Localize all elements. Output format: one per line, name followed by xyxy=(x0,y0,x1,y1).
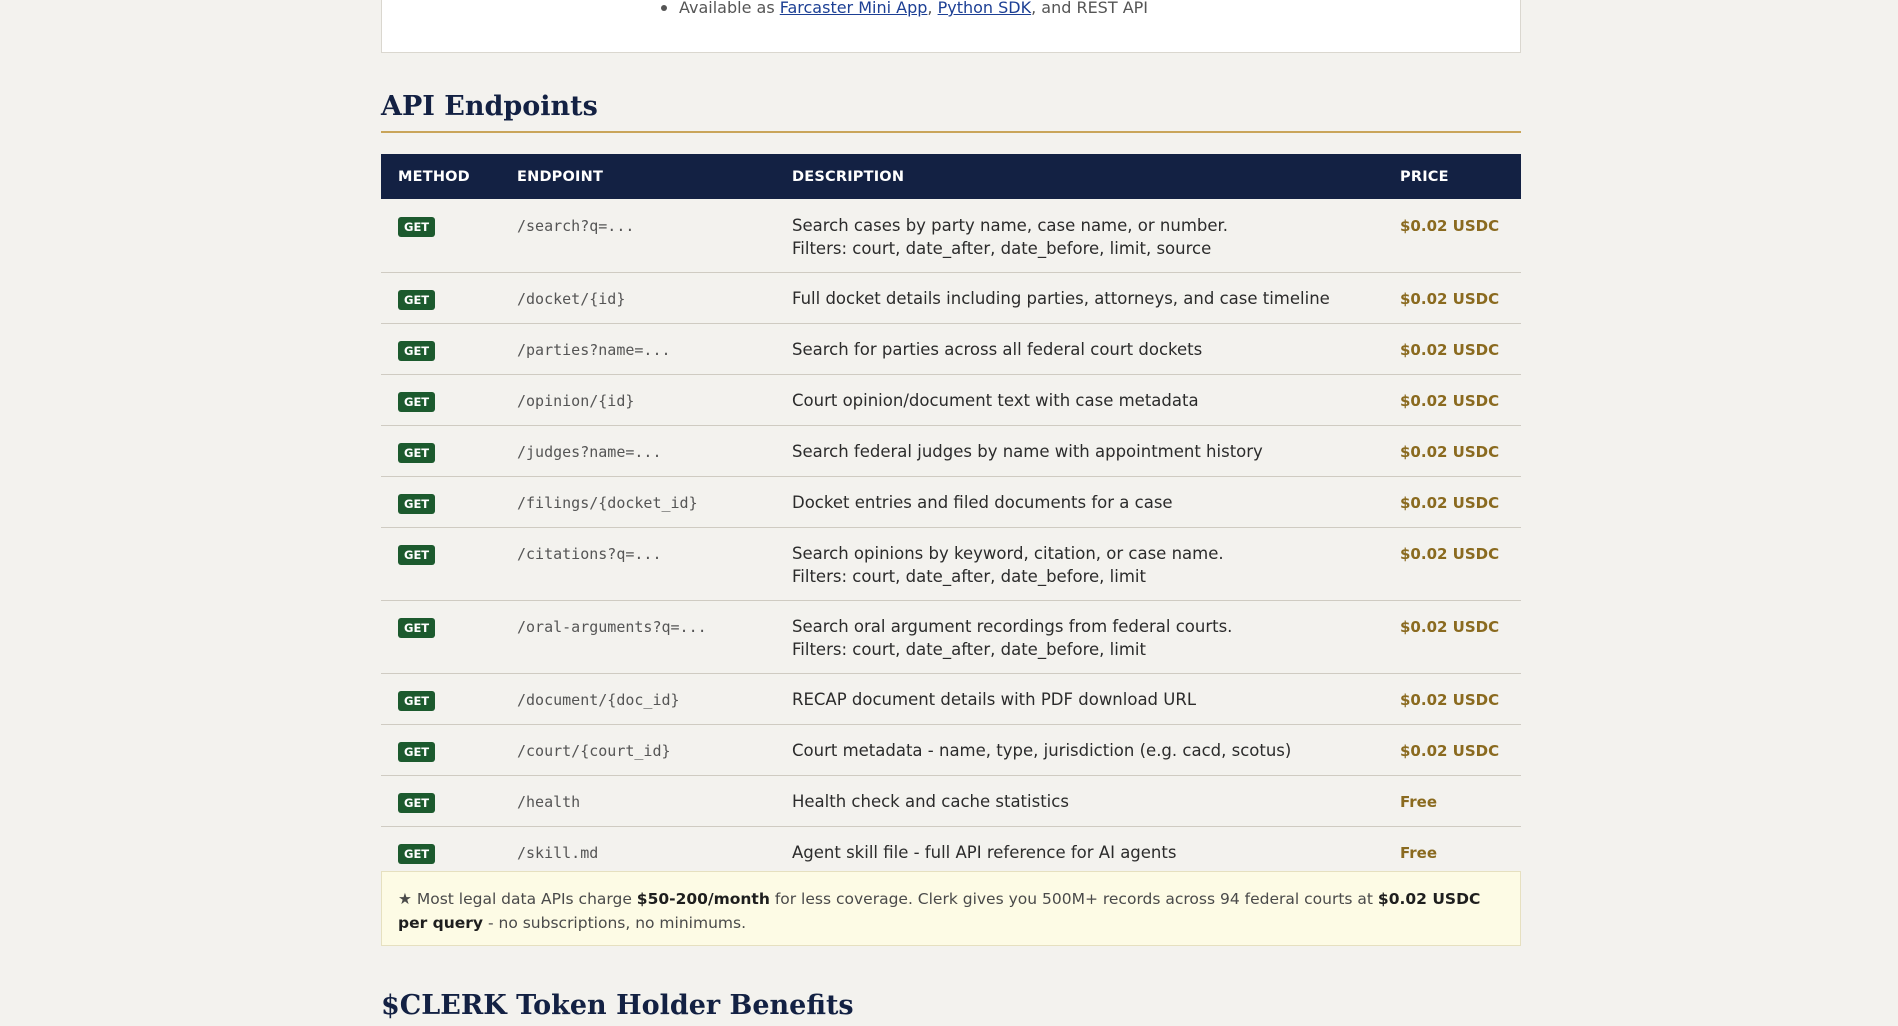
endpoint-path: /document/{doc_id} xyxy=(517,691,680,709)
table-header-row: METHOD ENDPOINT DESCRIPTION PRICE xyxy=(381,154,1521,199)
endpoint-description: Search federal judges by name with appoi… xyxy=(792,442,1263,461)
method-badge: GET xyxy=(398,217,436,237)
table-row: GET /health Health check and cache stati… xyxy=(381,775,1521,827)
method-badge: GET xyxy=(398,691,436,711)
method-badge: GET xyxy=(398,443,436,463)
callout-text-2: for less coverage. Clerk gives you 500M+… xyxy=(769,890,1378,908)
token-benefits-heading: $CLERK Token Holder Benefits xyxy=(381,990,854,1021)
table-row: GET /citations?q=... Search opinions by … xyxy=(381,527,1521,601)
endpoint-path: /docket/{id} xyxy=(517,290,626,308)
endpoint-description: Agent skill file - full API reference fo… xyxy=(792,843,1177,862)
endpoint-path: /oral-arguments?q=... xyxy=(517,618,707,636)
table-row: GET /oral-arguments?q=... Search oral ar… xyxy=(381,600,1521,674)
table-row: GET /docket/{id} Full docket details inc… xyxy=(381,272,1521,324)
endpoint-price: $0.02 USDC xyxy=(1400,545,1500,563)
availability-separator: , xyxy=(927,0,938,17)
endpoint-price: Free xyxy=(1400,844,1438,862)
endpoint-filters: Filters: court, date_after, date_before,… xyxy=(792,567,1146,586)
endpoint-description: Full docket details including parties, a… xyxy=(792,289,1330,308)
method-badge: GET xyxy=(398,290,436,310)
column-header-endpoint: ENDPOINT xyxy=(517,168,604,185)
endpoint-description: Search opinions by keyword, citation, or… xyxy=(792,544,1224,563)
method-badge: GET xyxy=(398,793,436,813)
endpoint-price: Free xyxy=(1400,793,1438,811)
column-header-description: DESCRIPTION xyxy=(792,168,905,185)
column-header-price: PRICE xyxy=(1400,168,1449,185)
method-badge: GET xyxy=(398,844,436,864)
star-icon: ★ xyxy=(398,890,412,908)
table-row: GET /search?q=... Search cases by party … xyxy=(381,199,1521,273)
endpoint-path: /skill.md xyxy=(517,844,599,862)
endpoint-path: /filings/{docket_id} xyxy=(517,494,698,512)
table-row: GET /court/{court_id} Court metadata - n… xyxy=(381,724,1521,776)
endpoint-description: Docket entries and filed documents for a… xyxy=(792,493,1173,512)
endpoint-price: $0.02 USDC xyxy=(1400,494,1500,512)
endpoint-description: Court opinion/document text with case me… xyxy=(792,391,1199,410)
heading-divider xyxy=(381,131,1521,133)
endpoint-price: $0.02 USDC xyxy=(1400,217,1500,235)
api-endpoints-heading: API Endpoints xyxy=(381,91,598,122)
endpoint-price: $0.02 USDC xyxy=(1400,341,1500,359)
bullet-icon xyxy=(661,5,667,11)
endpoint-description: Court metadata - name, type, jurisdictio… xyxy=(792,741,1292,760)
endpoint-path: /judges?name=... xyxy=(517,443,662,461)
endpoint-path: /search?q=... xyxy=(517,217,635,235)
table-row: GET /document/{doc_id} RECAP document de… xyxy=(381,673,1521,725)
callout-text-3: - no subscriptions, no minimums. xyxy=(483,914,746,932)
endpoint-description: Search for parties across all federal co… xyxy=(792,340,1203,359)
endpoint-path: /court/{court_id} xyxy=(517,742,671,760)
table-row: GET /opinion/{id} Court opinion/document… xyxy=(381,374,1521,426)
endpoint-description: Health check and cache statistics xyxy=(792,792,1069,811)
python-sdk-link[interactable]: Python SDK xyxy=(938,0,1032,17)
endpoint-path: /opinion/{id} xyxy=(517,392,635,410)
endpoint-price: $0.02 USDC xyxy=(1400,392,1500,410)
table-row: GET /filings/{docket_id} Docket entries … xyxy=(381,476,1521,528)
endpoint-description: RECAP document details with PDF download… xyxy=(792,690,1197,709)
table-row: GET /parties?name=... Search for parties… xyxy=(381,323,1521,375)
endpoint-price: $0.02 USDC xyxy=(1400,443,1500,461)
endpoint-filters: Filters: court, date_after, date_before,… xyxy=(792,640,1146,659)
availability-bullet: Available as Farcaster Mini App, Python … xyxy=(661,0,1149,17)
endpoint-filters: Filters: court, date_after, date_before,… xyxy=(792,239,1212,258)
column-header-method: METHOD xyxy=(398,168,470,185)
endpoints-table: METHOD ENDPOINT DESCRIPTION PRICE GET /s… xyxy=(381,154,1521,878)
endpoint-price: $0.02 USDC xyxy=(1400,290,1500,308)
callout-text-1: Most legal data APIs charge xyxy=(411,890,637,908)
features-card: Available as Farcaster Mini App, Python … xyxy=(381,0,1521,53)
availability-prefix: Available as xyxy=(679,0,780,17)
table-row: GET /skill.md Agent skill file - full AP… xyxy=(381,826,1521,878)
method-badge: GET xyxy=(398,341,436,361)
farcaster-mini-app-link[interactable]: Farcaster Mini App xyxy=(780,0,928,17)
callout-competitor-price: $50-200/month xyxy=(636,890,770,908)
method-badge: GET xyxy=(398,618,436,638)
endpoint-description: Search cases by party name, case name, o… xyxy=(792,216,1229,235)
method-badge: GET xyxy=(398,742,436,762)
method-badge: GET xyxy=(398,494,436,514)
pricing-callout: ★ Most legal data APIs charge $50-200/mo… xyxy=(381,871,1521,946)
page-container: Available as Farcaster Mini App, Python … xyxy=(381,0,1521,1021)
endpoint-price: $0.02 USDC xyxy=(1400,618,1500,636)
method-badge: GET xyxy=(398,545,436,565)
endpoint-price: $0.02 USDC xyxy=(1400,742,1500,760)
endpoint-description: Search oral argument recordings from fed… xyxy=(792,617,1233,636)
table-row: GET /judges?name=... Search federal judg… xyxy=(381,425,1521,477)
endpoint-path: /parties?name=... xyxy=(517,341,671,359)
endpoint-path: /health xyxy=(517,793,581,811)
availability-suffix: , and REST API xyxy=(1031,0,1149,17)
method-badge: GET xyxy=(398,392,436,412)
endpoint-price: $0.02 USDC xyxy=(1400,691,1500,709)
endpoint-path: /citations?q=... xyxy=(517,545,662,563)
